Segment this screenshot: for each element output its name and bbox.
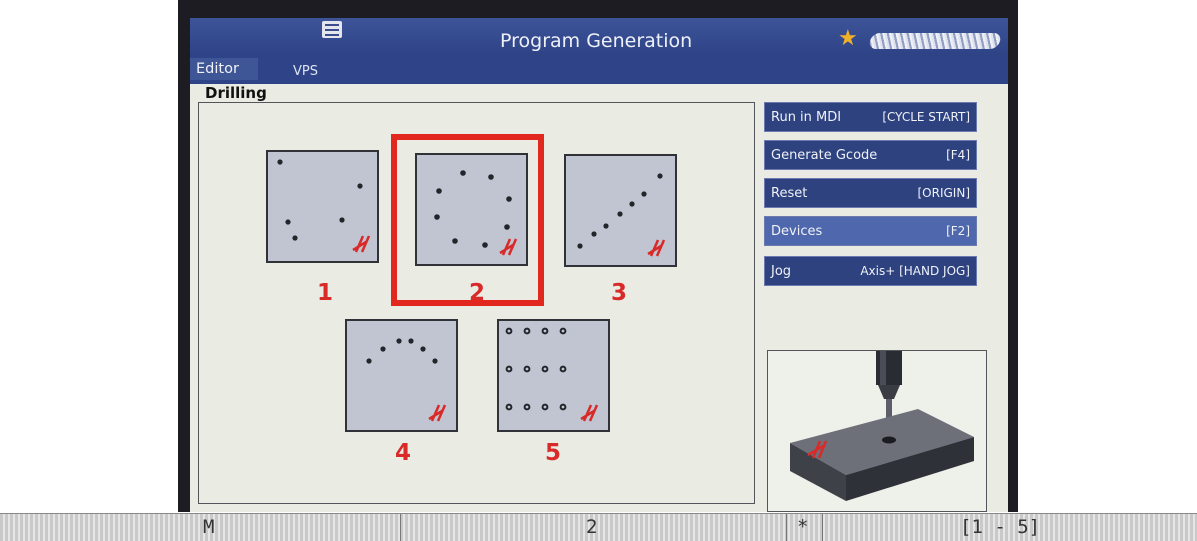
pattern-1-graphic bbox=[277, 159, 371, 253]
jog-key: Axis+ [HAND JOG] bbox=[860, 264, 970, 278]
jog-label: Jog bbox=[771, 263, 792, 279]
pattern-number-1: 1 bbox=[316, 280, 333, 306]
jog-button[interactable]: Jog Axis+ [HAND JOG] bbox=[764, 256, 977, 286]
devices-key: [F2] bbox=[946, 224, 970, 238]
devices-button[interactable]: Devices [F2] bbox=[764, 216, 977, 246]
status-value: 2 bbox=[586, 516, 598, 538]
reset-button[interactable]: Reset [ORIGIN] bbox=[764, 178, 977, 208]
pattern-3-graphic bbox=[577, 173, 666, 257]
status-range: [1 - 5] bbox=[960, 516, 1041, 538]
group-label: Drilling bbox=[202, 84, 270, 102]
window-title: Program Generation bbox=[500, 30, 693, 52]
status-separator bbox=[786, 514, 787, 541]
tab-vps[interactable]: VPS bbox=[293, 64, 318, 79]
status-bar: M 2 * [1 - 5] bbox=[0, 513, 1197, 541]
title-bar: Program Generation ★ bbox=[190, 18, 1008, 58]
hamburger-menu-icon[interactable] bbox=[322, 21, 342, 38]
control-screen: Program Generation ★ Editor VPS Drilling… bbox=[190, 18, 1008, 512]
pattern-card-1[interactable] bbox=[266, 150, 379, 263]
handwritten-logo bbox=[868, 33, 1002, 49]
pattern-number-3: 3 bbox=[610, 280, 627, 306]
reset-label: Reset bbox=[771, 185, 808, 201]
status-mode: M bbox=[203, 516, 215, 538]
pattern-5-graphic bbox=[505, 327, 599, 422]
run-in-mdi-label: Run in MDI bbox=[771, 109, 842, 125]
pattern-card-5[interactable] bbox=[497, 319, 610, 432]
pattern-card-4[interactable] bbox=[345, 319, 458, 432]
pattern-number-5: 5 bbox=[544, 440, 561, 466]
status-separator bbox=[400, 514, 401, 541]
pattern-number-4: 4 bbox=[394, 440, 411, 466]
drill-preview-icon bbox=[790, 351, 974, 501]
star-icon[interactable]: ★ bbox=[838, 28, 858, 50]
run-in-mdi-key: [CYCLE START] bbox=[882, 110, 970, 124]
drill-preview bbox=[767, 350, 987, 512]
generate-gcode-key: [F4] bbox=[946, 148, 970, 162]
devices-label: Devices bbox=[771, 223, 823, 239]
tab-editor[interactable]: Editor bbox=[190, 58, 258, 80]
pattern-card-3[interactable] bbox=[564, 154, 677, 267]
generate-gcode-button[interactable]: Generate Gcode [F4] bbox=[764, 140, 977, 170]
status-separator bbox=[822, 514, 823, 541]
tab-bar: Editor VPS bbox=[190, 56, 1008, 84]
generate-gcode-label: Generate Gcode bbox=[771, 147, 878, 163]
status-flag: * bbox=[797, 516, 809, 538]
reset-key: [ORIGIN] bbox=[917, 186, 971, 200]
selection-highlight bbox=[391, 134, 544, 306]
run-in-mdi-button[interactable]: Run in MDI [CYCLE START] bbox=[764, 102, 977, 132]
pattern-4-graphic bbox=[366, 338, 447, 422]
